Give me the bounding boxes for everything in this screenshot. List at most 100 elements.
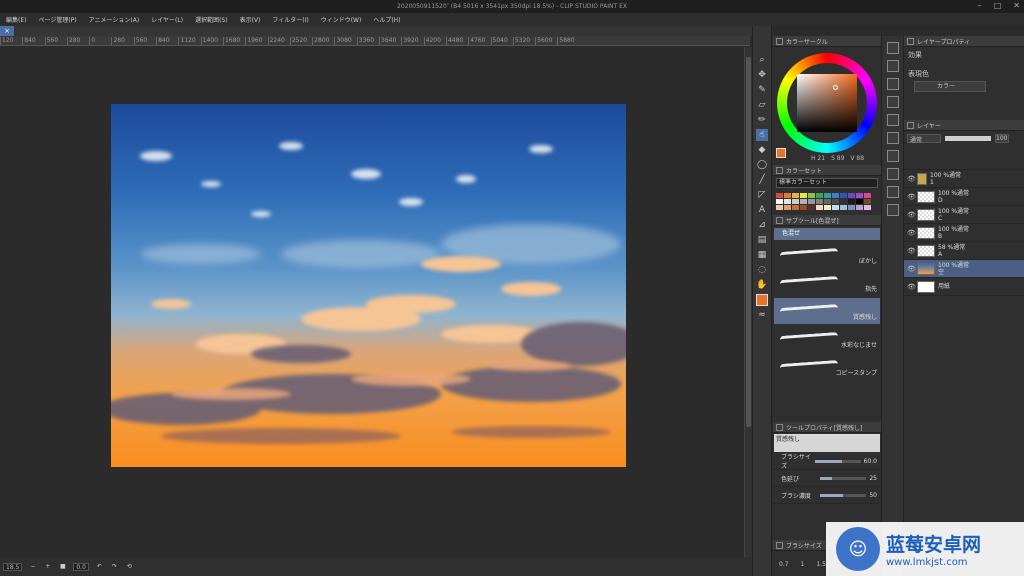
material-4-icon[interactable] <box>886 132 899 144</box>
layer-row[interactable]: 👁 58 %通常 A <box>904 242 1024 260</box>
layer-row[interactable]: 👁 100 %通常 1 <box>904 170 1024 188</box>
balloon-tool-icon[interactable]: ◌ <box>756 264 768 276</box>
sunset-sky-painting[interactable] <box>111 104 626 467</box>
material-7-icon[interactable] <box>886 186 899 198</box>
foreground-color-swatch[interactable] <box>776 148 786 158</box>
fit-icon[interactable]: ■ <box>58 562 67 571</box>
color-swatch[interactable] <box>832 199 839 204</box>
menu-layer[interactable]: レイヤー(L) <box>151 15 183 24</box>
material-6-icon[interactable] <box>886 168 899 180</box>
visibility-eye-icon[interactable]: 👁 <box>907 175 916 183</box>
color-swatch[interactable] <box>808 205 815 210</box>
tool-property-value[interactable]: 60.0 <box>864 458 877 465</box>
tool-property-row[interactable]: ブラシサイズ 60.0 <box>773 453 881 470</box>
eraser-tool-icon[interactable]: ▱ <box>756 99 768 111</box>
opacity-slider[interactable] <box>945 136 991 141</box>
text-tool-icon[interactable]: A <box>756 204 768 216</box>
reset-rotate-icon[interactable]: ⟲ <box>125 562 134 571</box>
zoom-field[interactable]: 18.5 <box>3 562 23 571</box>
color-swatch[interactable] <box>856 193 863 198</box>
visibility-eye-icon[interactable]: 👁 <box>907 211 916 219</box>
gradient-tool-icon[interactable]: ▤ <box>756 234 768 246</box>
layer-row[interactable]: 👁 用紙 <box>904 278 1024 296</box>
blend-tool-icon[interactable]: ☝ <box>756 129 768 141</box>
color-swatch[interactable] <box>832 193 839 198</box>
main-color-swatch[interactable] <box>756 294 768 306</box>
tool-property-row[interactable]: 色延び 25 <box>773 470 881 487</box>
vertical-scrollbar[interactable] <box>744 47 752 557</box>
color-swatch[interactable] <box>816 193 823 198</box>
move-tool-icon[interactable]: ✥ <box>756 69 768 81</box>
eyedropper-tool-icon[interactable]: ⊿ <box>756 219 768 231</box>
color-swatch[interactable] <box>824 193 831 198</box>
color-swatch[interactable] <box>864 193 871 198</box>
color-swatch[interactable] <box>864 205 871 210</box>
pen-tool-icon[interactable]: ✎ <box>756 84 768 96</box>
zoom-out-icon[interactable]: − <box>28 562 37 571</box>
pencil-tool-icon[interactable]: ✏ <box>756 114 768 126</box>
color-swatch[interactable] <box>800 193 807 198</box>
ruler-tool-icon[interactable]: ◸ <box>756 189 768 201</box>
scroll-thumb[interactable] <box>746 57 751 427</box>
layer-row[interactable]: 👁 100 %通常 C <box>904 206 1024 224</box>
tool-property-control[interactable]: 60.0 <box>814 458 877 465</box>
color-swatch[interactable] <box>824 199 831 204</box>
color-swatch[interactable] <box>784 205 791 210</box>
brush-size-preset[interactable]: 0.7 <box>779 561 789 568</box>
sub-tool-item[interactable]: 水彩なじませ <box>774 326 880 352</box>
sub-view-icon[interactable] <box>886 60 899 72</box>
fill-tool-icon[interactable]: ◆ <box>756 144 768 156</box>
material-5-icon[interactable] <box>886 150 899 162</box>
tool-property-value[interactable]: 50 <box>869 492 877 499</box>
maximize-button[interactable]: □ <box>994 1 1002 10</box>
rotate-left-icon[interactable]: ↶ <box>95 562 104 571</box>
menu-selection[interactable]: 選択範囲(S) <box>195 15 228 24</box>
color-swatch[interactable] <box>792 199 799 204</box>
color-swatch[interactable] <box>776 193 783 198</box>
rotate-right-icon[interactable]: ↷ <box>110 562 119 571</box>
layer-row[interactable]: 👁 100 %通常 D <box>904 188 1024 206</box>
color-swatch[interactable] <box>840 193 847 198</box>
menu-filter[interactable]: フィルター(I) <box>272 15 308 24</box>
tool-property-slider[interactable] <box>820 493 867 497</box>
menu-page[interactable]: ページ管理(P) <box>38 15 76 24</box>
sub-tool-group-tab[interactable]: 色混ぜ <box>774 228 880 240</box>
color-swatch[interactable] <box>776 199 783 204</box>
tool-property-slider[interactable] <box>820 476 867 480</box>
tool-property-control[interactable]: 50 <box>820 492 877 499</box>
color-swatch[interactable] <box>784 193 791 198</box>
material-3-icon[interactable] <box>886 114 899 126</box>
tool-property-value[interactable]: 25 <box>869 475 877 482</box>
opacity-value[interactable]: 100 <box>995 134 1009 143</box>
menu-help[interactable]: ヘルプ(H) <box>373 15 400 24</box>
color-swatch[interactable] <box>864 199 871 204</box>
color-swatch[interactable] <box>856 205 863 210</box>
menu-edit[interactable]: 編集(E) <box>6 15 26 24</box>
visibility-eye-icon[interactable]: 👁 <box>907 247 916 255</box>
visibility-eye-icon[interactable]: 👁 <box>907 265 916 273</box>
material-2-icon[interactable] <box>886 96 899 108</box>
color-swatch[interactable] <box>800 205 807 210</box>
brush-size-preset[interactable]: 1 <box>801 561 805 568</box>
layer-row[interactable]: 👁 100 %通常空 <box>904 260 1024 278</box>
color-swatch[interactable] <box>816 199 823 204</box>
color-swatch[interactable] <box>792 205 799 210</box>
color-cursor[interactable] <box>833 85 838 90</box>
line-tool-icon[interactable]: ╱ <box>756 174 768 186</box>
color-swatch[interactable] <box>816 205 823 210</box>
menu-view[interactable]: 表示(V) <box>240 15 261 24</box>
color-swatch[interactable] <box>784 199 791 204</box>
color-swatch[interactable] <box>776 205 783 210</box>
transparent-color-icon[interactable]: ≈ <box>756 309 768 321</box>
canvas-area[interactable] <box>0 47 744 557</box>
close-button[interactable]: ✕ <box>1013 1 1020 10</box>
saturation-value-square[interactable] <box>797 74 857 132</box>
brush-size-preset[interactable]: 1.5 <box>816 561 826 568</box>
zoom-in-icon[interactable]: + <box>43 562 52 571</box>
hand-tool-icon[interactable]: ✋ <box>756 279 768 291</box>
color-swatch[interactable] <box>848 193 855 198</box>
menu-window[interactable]: ウィンドウ(W) <box>321 15 362 24</box>
tool-property-control[interactable]: 25 <box>820 475 877 482</box>
color-swatch[interactable] <box>832 205 839 210</box>
color-swatch[interactable] <box>840 199 847 204</box>
